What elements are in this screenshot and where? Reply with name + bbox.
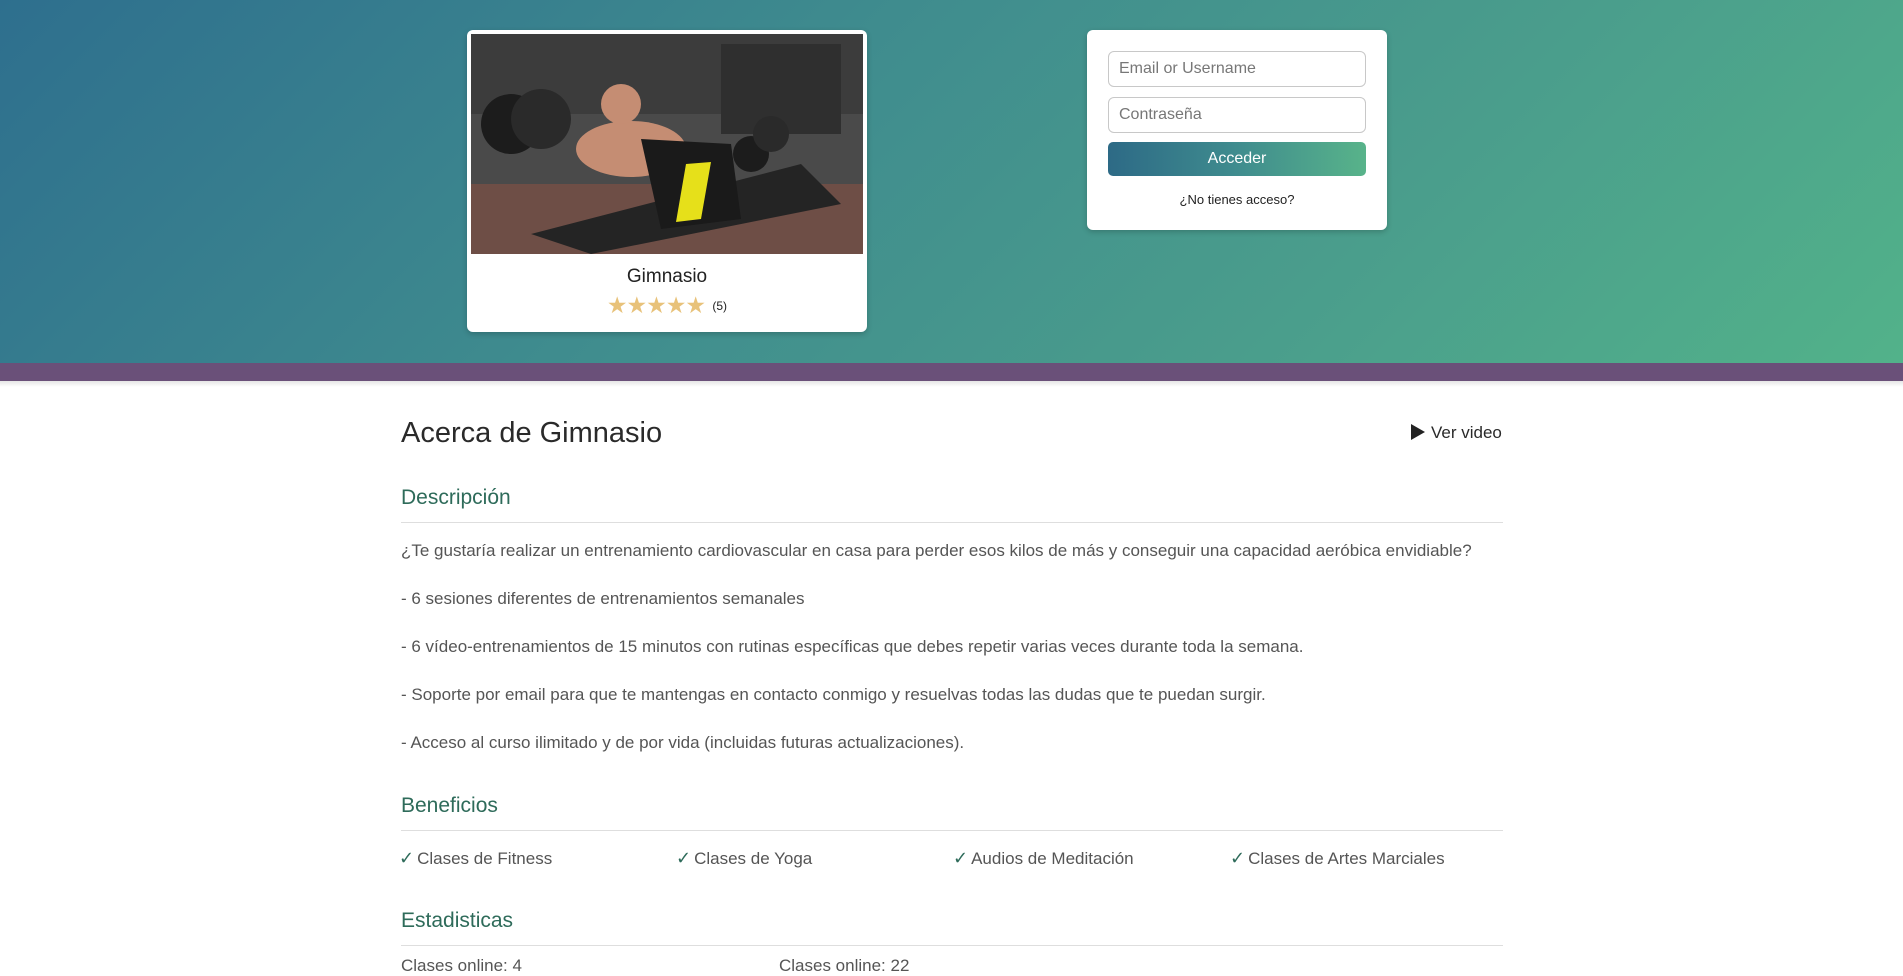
- star-icon: ★: [665, 292, 687, 318]
- description-heading: Descripción: [401, 486, 1503, 523]
- star-icon: ★: [626, 292, 648, 318]
- description-line: - 6 sesiones diferentes de entrenamiento…: [401, 589, 805, 608]
- description-line: - Acceso al curso ilimitado y de por vid…: [401, 733, 965, 752]
- course-title[interactable]: Gimnasio: [467, 266, 867, 288]
- check-icon: ✓: [399, 848, 415, 868]
- hero-stripe: [0, 363, 1903, 381]
- benefit-item: ✓ Audios de Meditación: [953, 848, 1134, 869]
- gym-photo-illustration: [471, 34, 863, 254]
- rating: ★★★★★ (5): [467, 292, 867, 319]
- check-icon: ✓: [676, 848, 692, 868]
- benefit-label: Clases de Fitness: [417, 849, 553, 868]
- hero-shadow: [0, 381, 1903, 387]
- check-icon: ✓: [953, 848, 969, 868]
- username-input[interactable]: [1108, 51, 1366, 87]
- benefits-heading: Beneficios: [401, 794, 1503, 831]
- benefit-label: Clases de Yoga: [694, 849, 813, 868]
- benefit-label: Audios de Meditación: [971, 849, 1134, 868]
- login-card: Acceder ¿No tienes acceso?: [1087, 30, 1387, 230]
- hero-banner: [0, 0, 1903, 363]
- stats-heading: Estadisticas: [401, 909, 1503, 946]
- login-button[interactable]: Acceder: [1108, 142, 1366, 176]
- rating-count: (5): [712, 298, 728, 313]
- benefit-item: ✓ Clases de Artes Marciales: [1230, 848, 1445, 869]
- password-input[interactable]: [1108, 97, 1366, 133]
- no-access-link[interactable]: ¿No tienes acceso?: [1087, 192, 1387, 207]
- about-title: Acerca de Gimnasio: [401, 417, 663, 449]
- stat-item: Clases online: 22: [779, 956, 910, 975]
- play-icon: [1411, 424, 1425, 440]
- star-icon: ★: [606, 292, 628, 318]
- video-link-label: Ver video: [1431, 423, 1502, 442]
- description-line: - 6 vídeo-entrenamientos de 15 minutos c…: [401, 637, 1304, 656]
- course-card[interactable]: Gimnasio ★★★★★ (5): [467, 30, 867, 332]
- star-icon: ★: [646, 292, 667, 318]
- star-icon: ★: [685, 292, 706, 318]
- check-icon: ✓: [1230, 848, 1246, 868]
- stat-item: Clases online: 4: [401, 956, 522, 975]
- course-image: [471, 34, 863, 254]
- benefit-item: ✓ Clases de Fitness: [399, 848, 552, 869]
- benefit-label: Clases de Artes Marciales: [1248, 849, 1445, 868]
- benefit-item: ✓ Clases de Yoga: [676, 848, 812, 869]
- description-line: ¿Te gustaría realizar un entrenamiento c…: [401, 541, 1472, 560]
- description-line: - Soporte por email para que te mantenga…: [401, 685, 1266, 704]
- video-link[interactable]: Ver video: [1411, 423, 1502, 443]
